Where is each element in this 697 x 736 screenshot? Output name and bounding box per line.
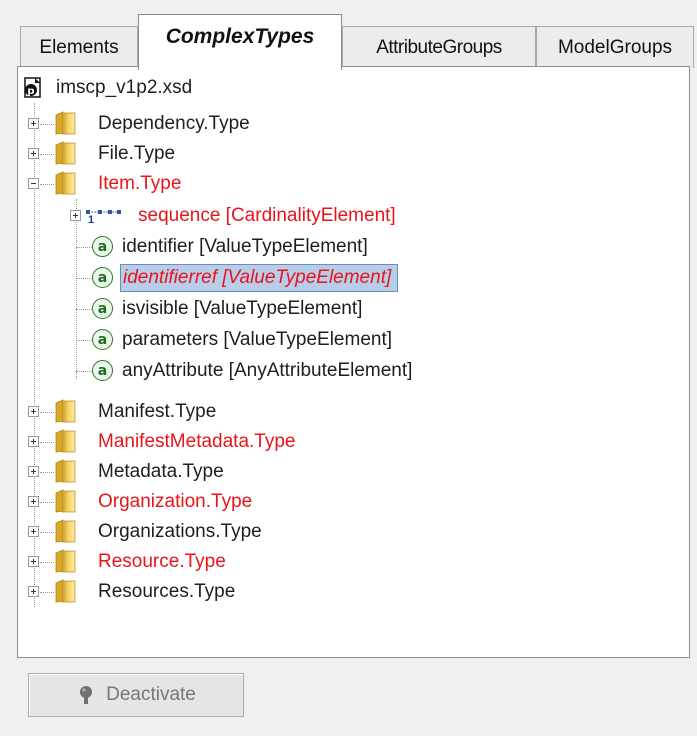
tree-node-manifest-type[interactable]: Manifest.Type	[18, 397, 418, 427]
node-label: identifier [ValueTypeElement]	[122, 236, 368, 257]
tree-node-file-type[interactable]: File.Type	[18, 139, 418, 169]
node-label: Manifest.Type	[98, 401, 217, 422]
node-label: isvisible [ValueTypeElement]	[122, 298, 363, 319]
tree-node-isvisible[interactable]: a isvisible [ValueTypeElement]	[18, 294, 518, 324]
folder-icon	[54, 489, 76, 513]
node-label: sequence [CardinalityElement]	[138, 205, 396, 226]
tab-attributegroups[interactable]: AttributeGroups	[342, 26, 536, 68]
attribute-icon: a	[92, 329, 113, 350]
folder-icon	[54, 429, 76, 453]
folder-icon	[54, 141, 76, 165]
tree-root[interactable]: p imscp_v1p2.xsd	[22, 73, 192, 103]
tab-complextypes[interactable]: ComplexTypes	[138, 14, 342, 70]
expand-icon[interactable]	[70, 210, 81, 221]
expand-icon[interactable]	[28, 586, 39, 597]
deactivate-label: Deactivate	[106, 684, 196, 705]
node-label: Metadata.Type	[98, 461, 224, 482]
expand-icon[interactable]	[28, 148, 39, 159]
folder-icon	[54, 519, 76, 543]
folder-icon	[54, 399, 76, 423]
attribute-icon: a	[92, 360, 113, 381]
node-label: Organizations.Type	[98, 521, 262, 542]
schema-browser-window: Elements ComplexTypes AttributeGroups Mo…	[0, 0, 697, 736]
node-label: Resource.Type	[98, 551, 226, 572]
type-tree[interactable]: p imscp_v1p2.xsd Dependency.Type File.Ty…	[17, 66, 690, 658]
expand-icon[interactable]	[28, 526, 39, 537]
tree-node-item-type[interactable]: Item.Type	[18, 169, 418, 199]
tree-node-anyattribute[interactable]: a anyAttribute [AnyAttributeElement]	[18, 356, 538, 386]
cardinality-marker: 1	[88, 214, 95, 226]
root-label: imscp_v1p2.xsd	[56, 77, 193, 98]
node-label: anyAttribute [AnyAttributeElement]	[122, 360, 413, 381]
expand-icon[interactable]	[28, 466, 39, 477]
svg-text:p: p	[27, 86, 34, 97]
tree-node-identifier[interactable]: a identifier [ValueTypeElement]	[18, 232, 518, 262]
deactivate-button[interactable]: Deactivate	[28, 673, 244, 717]
tree-node-sequence[interactable]: 1 sequence [CardinalityElement]	[18, 201, 518, 231]
tree-node-resource-type[interactable]: Resource.Type	[18, 547, 418, 577]
node-label: Organization.Type	[98, 491, 253, 512]
expand-icon[interactable]	[28, 406, 39, 417]
folder-icon	[54, 111, 76, 135]
expand-icon[interactable]	[28, 556, 39, 567]
tree-node-dependency-type[interactable]: Dependency.Type	[18, 109, 418, 139]
tree-node-organization-type[interactable]: Organization.Type	[18, 487, 418, 517]
tree-node-identifierref[interactable]: a identifierref [ValueTypeElement]	[18, 263, 538, 293]
tab-modelgroups[interactable]: ModelGroups	[536, 26, 694, 68]
node-label: Resources.Type	[98, 581, 236, 602]
tree-node-parameters[interactable]: a parameters [ValueTypeElement]	[18, 325, 518, 355]
tab-elements[interactable]: Elements	[20, 26, 138, 68]
node-label: ManifestMetadata.Type	[98, 431, 296, 452]
tree-node-organizations-type[interactable]: Organizations.Type	[18, 517, 418, 547]
pin-icon	[80, 686, 93, 704]
schema-file-icon: p	[24, 77, 41, 98]
attribute-icon: a	[92, 236, 113, 257]
tree-node-resources-type[interactable]: Resources.Type	[18, 577, 418, 607]
expand-icon[interactable]	[28, 118, 39, 129]
tab-bar: Elements ComplexTypes AttributeGroups Mo…	[20, 14, 697, 70]
node-label: Dependency.Type	[98, 113, 250, 134]
expand-icon[interactable]	[28, 436, 39, 447]
node-label: parameters [ValueTypeElement]	[122, 329, 393, 350]
folder-icon	[54, 171, 76, 195]
folder-icon	[54, 579, 76, 603]
expand-icon[interactable]	[28, 496, 39, 507]
collapse-icon[interactable]	[28, 178, 39, 189]
folder-icon	[54, 459, 76, 483]
tree-node-metadata-type[interactable]: Metadata.Type	[18, 457, 418, 487]
node-label: File.Type	[98, 143, 176, 164]
attribute-icon: a	[92, 298, 113, 319]
folder-icon	[54, 549, 76, 573]
node-label-selected: identifierref [ValueTypeElement]	[120, 264, 399, 292]
tree-node-manifestmetadata-type[interactable]: ManifestMetadata.Type	[18, 427, 418, 457]
attribute-icon: a	[92, 267, 113, 288]
node-label: Item.Type	[98, 173, 182, 194]
